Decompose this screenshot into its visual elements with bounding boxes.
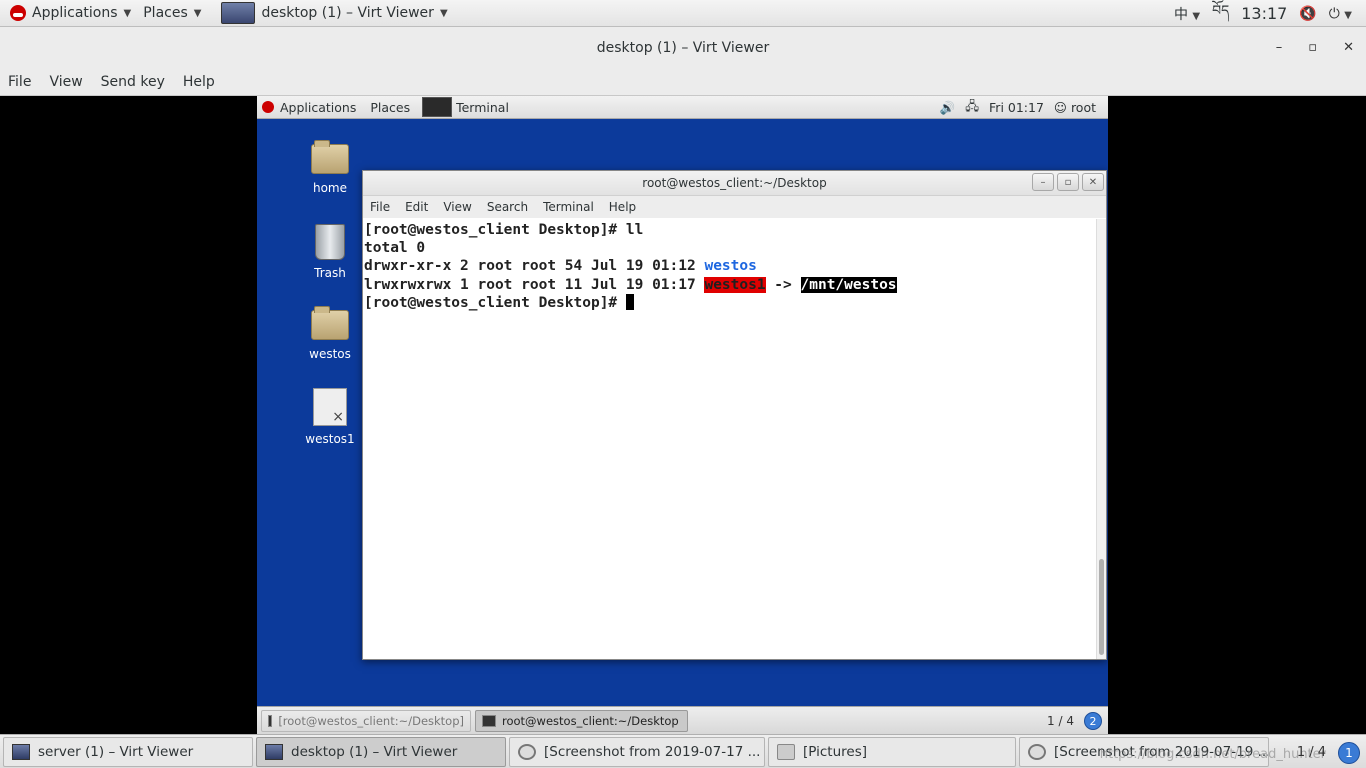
guest-display[interactable]: Applications Places Terminal 🔊 🖧 Fri 01:… bbox=[257, 96, 1108, 734]
desktop-icon-westos1[interactable]: westos1 bbox=[295, 388, 365, 446]
terminal-close-button[interactable]: ✕ bbox=[1082, 173, 1104, 191]
virt-viewer-icon bbox=[12, 743, 30, 760]
chevron-down-icon: ▼ bbox=[123, 7, 132, 19]
screenshot-viewer-icon bbox=[1028, 743, 1046, 760]
folder-home-icon bbox=[311, 140, 349, 174]
chevron-down-icon: ▼ bbox=[193, 7, 202, 19]
terminal-menu-file[interactable]: File bbox=[370, 200, 390, 214]
terminal-icon bbox=[268, 714, 273, 727]
network-icon[interactable]: 🖧 bbox=[965, 97, 979, 118]
redhat-logo-icon bbox=[262, 101, 274, 113]
screenshot-viewer-icon bbox=[518, 743, 536, 760]
guest-top-panel: Applications Places Terminal 🔊 🖧 Fri 01:… bbox=[257, 96, 1108, 119]
terminal-prompt-line: [root@westos_client Desktop]# bbox=[364, 293, 1097, 312]
dir-name: westos bbox=[704, 258, 757, 275]
maximize-button[interactable]: ▫ bbox=[1308, 40, 1317, 55]
host-applications-menu[interactable]: Applications ▼ bbox=[0, 0, 137, 27]
terminal-menu-view[interactable]: View bbox=[443, 200, 471, 214]
host-top-panel: Applications ▼ Places ▼ desktop (1) – Vi… bbox=[0, 0, 1366, 27]
terminal-line: total 0 bbox=[364, 240, 426, 257]
host-task-pictures[interactable]: [Pictures] bbox=[768, 736, 1016, 767]
viewer-title-bar: desktop (1) – Virt Viewer – ▫ ✕ bbox=[0, 27, 1366, 68]
broken-link-name: westos1 bbox=[704, 276, 766, 293]
guest-clock[interactable]: Fri 01:17 bbox=[989, 100, 1044, 115]
minimize-button[interactable]: – bbox=[1276, 40, 1283, 55]
guest-bottom-panel: [root@westos_client:~/Desktop] root@west… bbox=[257, 706, 1108, 734]
desktop-icon-label: westos bbox=[309, 347, 351, 361]
host-places-label: Places bbox=[143, 5, 188, 21]
broken-link-icon bbox=[313, 388, 347, 426]
virt-viewer-icon bbox=[221, 2, 256, 24]
desktop-icon-trash[interactable]: Trash bbox=[295, 224, 365, 280]
user-icon: ☺ bbox=[1053, 100, 1067, 115]
host-clock[interactable]: 13:17 bbox=[1241, 4, 1287, 23]
viewer-menubar: File View Send key Help bbox=[0, 68, 1366, 96]
host-task-server-viewer[interactable]: server (1) – Virt Viewer bbox=[3, 736, 253, 767]
guest-places-menu[interactable]: Places bbox=[370, 100, 410, 115]
host-window-title: desktop (1) – Virt Viewer bbox=[261, 5, 434, 21]
virt-viewer-icon bbox=[265, 743, 283, 760]
viewer-menu-view[interactable]: View bbox=[49, 74, 82, 90]
terminal-title: root@westos_client:~/Desktop bbox=[642, 176, 827, 190]
desktop-icon-label: Trash bbox=[314, 266, 346, 280]
terminal-menu-help[interactable]: Help bbox=[609, 200, 636, 214]
input-method-indicator[interactable]: 中 ▼ bbox=[1174, 4, 1200, 24]
terminal-menu-edit[interactable]: Edit bbox=[405, 200, 428, 214]
terminal-menubar: File Edit View Search Terminal Help bbox=[363, 196, 1106, 218]
terminal-line: [root@westos_client Desktop]# ll bbox=[364, 222, 644, 238]
text-cursor bbox=[625, 293, 634, 310]
guest-terminal-launcher[interactable]: Terminal bbox=[438, 100, 509, 115]
desktop-icon-label: home bbox=[312, 181, 348, 195]
host-places-menu[interactable]: Places ▼ bbox=[137, 0, 207, 27]
host-system-tray: 中 ▼ བོད 13:17 🔇 ⏻ ▼ bbox=[1174, 0, 1366, 27]
host-notification-badge[interactable]: 1 bbox=[1338, 742, 1360, 764]
guest-system-tray: 🔊 🖧 Fri 01:17 ☺ root bbox=[940, 96, 1097, 119]
host-task-screenshot-1[interactable]: [Screenshot from 2019-07-17 ... bbox=[509, 736, 765, 767]
redhat-logo-icon bbox=[10, 5, 26, 21]
watermark: https://blog.csdn.net/bread_hunter bbox=[1099, 747, 1326, 762]
power-icon[interactable]: ⏻ ▼ bbox=[1329, 6, 1352, 22]
host-applications-label: Applications bbox=[32, 5, 118, 21]
terminal-menu-search[interactable]: Search bbox=[487, 200, 528, 214]
viewer-menu-help[interactable]: Help bbox=[183, 74, 215, 90]
volume-icon[interactable]: 🔊 bbox=[940, 100, 956, 116]
desktop-icon-home[interactable]: home bbox=[295, 140, 365, 195]
host-workspace-pager[interactable]: 1 / 4 bbox=[1297, 735, 1326, 768]
desktop-icon-westos[interactable]: westos bbox=[295, 306, 365, 361]
guest-applications-menu[interactable]: Applications bbox=[280, 100, 356, 115]
viewer-menu-send-key[interactable]: Send key bbox=[101, 74, 165, 90]
volume-muted-icon[interactable]: 🔇 bbox=[1299, 6, 1316, 22]
terminal-line: lrwxrwxrwx 1 root root 11 Jul 19 01:17 w… bbox=[364, 276, 897, 293]
terminal-line: drwxr-xr-x 2 root root 54 Jul 19 01:12 w… bbox=[364, 258, 757, 275]
link-target: /mnt/westos bbox=[800, 276, 897, 293]
host-window-menu[interactable]: desktop (1) – Virt Viewer ▼ bbox=[207, 0, 453, 27]
desktop-icon-label: westos1 bbox=[305, 432, 355, 446]
folder-icon bbox=[311, 306, 349, 340]
terminal-output[interactable]: [root@westos_client Desktop]# ll total 0d… bbox=[363, 219, 1098, 659]
host-bottom-panel: server (1) – Virt Viewer desktop (1) – V… bbox=[0, 734, 1366, 768]
user-menu[interactable]: ☺ root bbox=[1054, 100, 1096, 115]
terminal-scrollbar[interactable] bbox=[1096, 219, 1106, 659]
file-manager-icon bbox=[777, 743, 795, 760]
terminal-window[interactable]: root@westos_client:~/Desktop – ▫ ✕ File … bbox=[362, 170, 1107, 660]
guest-notification-badge[interactable]: 2 bbox=[1084, 712, 1102, 730]
viewer-title: desktop (1) – Virt Viewer bbox=[596, 39, 770, 56]
terminal-minimize-button[interactable]: – bbox=[1032, 173, 1054, 191]
guest-task-terminal-2[interactable]: root@westos_client:~/Desktop bbox=[475, 709, 688, 732]
terminal-icon bbox=[482, 714, 496, 727]
terminal-title-bar[interactable]: root@westos_client:~/Desktop – ▫ ✕ bbox=[363, 171, 1106, 196]
terminal-menu-terminal[interactable]: Terminal bbox=[543, 200, 594, 214]
close-button[interactable]: ✕ bbox=[1343, 40, 1354, 55]
guest-workspace-pager[interactable]: 1 / 4 bbox=[1047, 707, 1074, 734]
terminal-maximize-button[interactable]: ▫ bbox=[1057, 173, 1079, 191]
viewer-menu-file[interactable]: File bbox=[8, 74, 31, 90]
scrollbar-thumb[interactable] bbox=[1099, 559, 1104, 655]
host-task-desktop-viewer[interactable]: desktop (1) – Virt Viewer bbox=[256, 736, 506, 767]
trash-icon bbox=[315, 224, 345, 260]
chevron-down-icon: ▼ bbox=[439, 7, 448, 19]
guest-task-terminal-1[interactable]: [root@westos_client:~/Desktop] bbox=[261, 709, 471, 732]
